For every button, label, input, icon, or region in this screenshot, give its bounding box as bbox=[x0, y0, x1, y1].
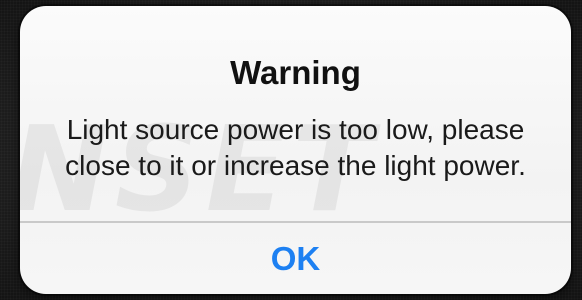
alert-title: Warning bbox=[230, 54, 361, 91]
alert-message-line: close to it or increase the light power. bbox=[65, 150, 526, 181]
alert-message-line: Light source power is too low, please bbox=[66, 114, 525, 145]
ok-button[interactable]: OK bbox=[20, 223, 571, 294]
alert-message: Light source power is too low, please cl… bbox=[40, 112, 551, 184]
warning-alert-dialog: NSET Warning Light source power is too l… bbox=[20, 6, 571, 294]
